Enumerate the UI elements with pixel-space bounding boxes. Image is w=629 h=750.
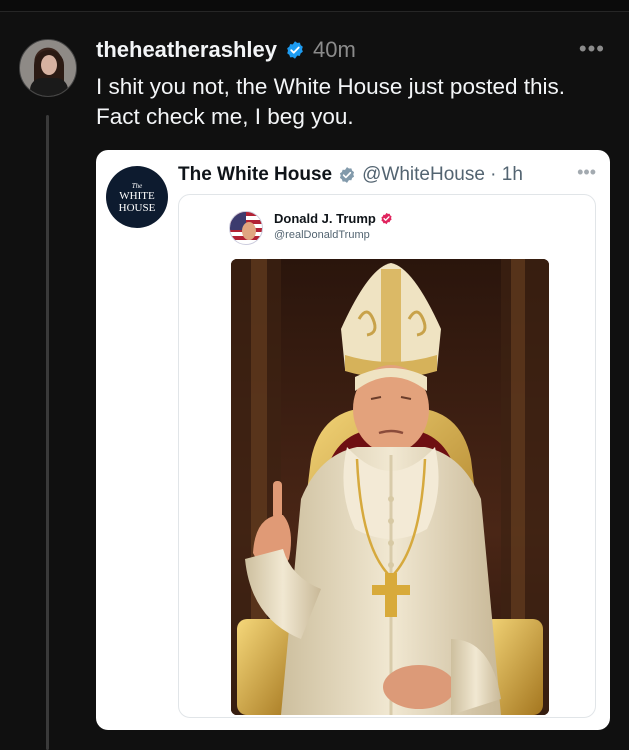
verified-badge-icon [381,212,392,225]
quoted-handle: @WhiteHouse · 1h [362,164,523,185]
quoted-post-card[interactable]: The WHITE HOUSE The White House @WhiteHo… [96,150,610,730]
top-divider [0,0,629,12]
white-house-logo[interactable]: The WHITE HOUSE [106,166,168,228]
embedded-post[interactable]: Donald J. Trump @realDonaldTrump [178,194,596,718]
thread-line [46,115,49,750]
post-image[interactable] [231,259,549,715]
username[interactable]: theheatherashley [96,37,277,63]
quoted-header: The White House @WhiteHouse · 1h [178,162,523,188]
more-icon[interactable]: ••• [579,36,605,62]
avatar[interactable] [19,39,77,97]
embedded-handle: @realDonaldTrump [274,229,370,241]
post-header: theheatherashley 40m [96,36,356,64]
more-icon[interactable]: ••• [577,162,596,183]
post-text: I shit you not, the White House just pos… [96,74,565,129]
pope-illustration [231,259,549,715]
embedded-name: Donald J. Trump [274,211,393,226]
quoted-name[interactable]: The White House [178,164,332,186]
timestamp: 40m [312,37,356,62]
verified-badge-icon [340,167,355,183]
avatar[interactable] [229,211,263,245]
verified-badge-icon [287,41,303,59]
